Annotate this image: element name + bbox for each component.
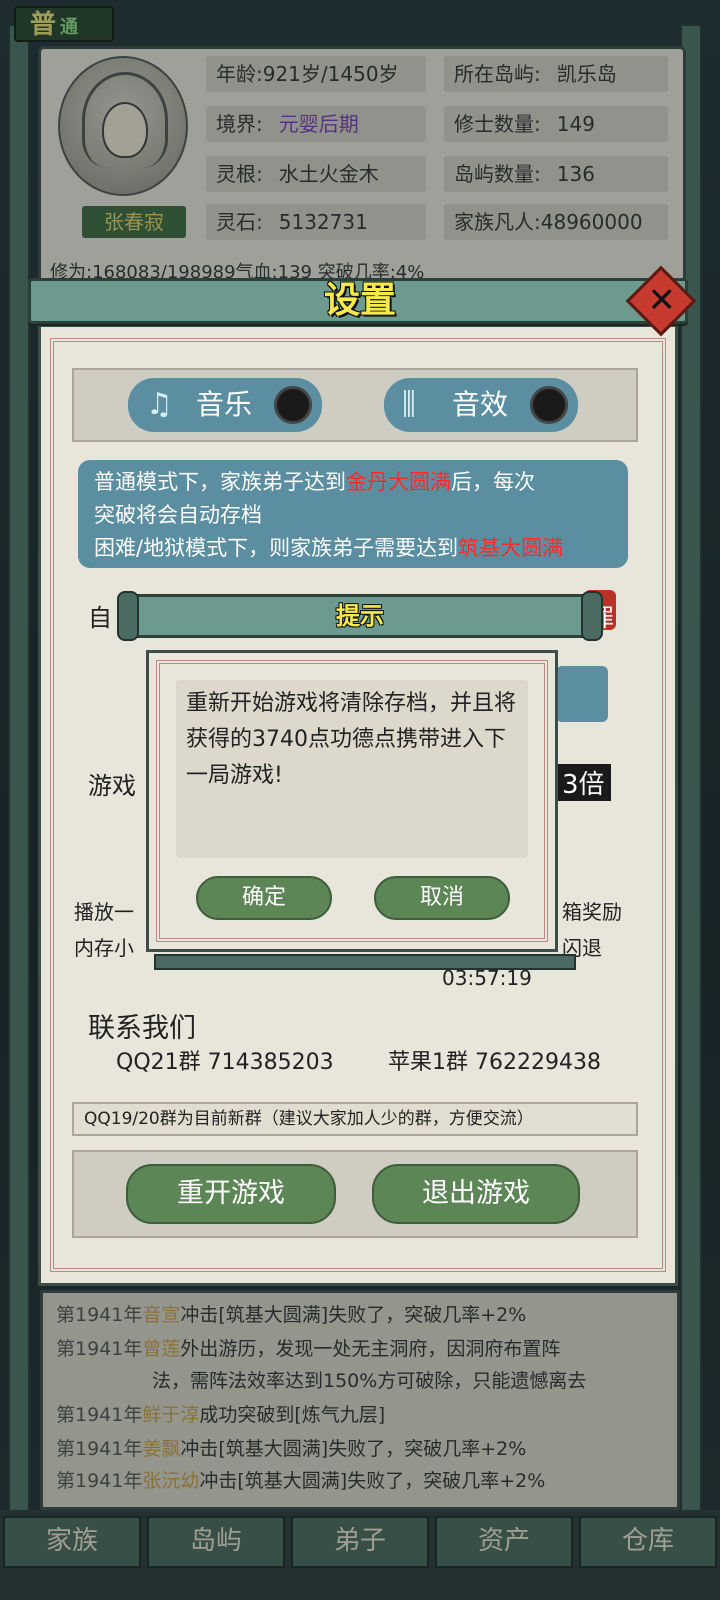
sound-effect-toggle[interactable]: ⫼ 音效: [384, 378, 578, 432]
equalizer-icon: ⫼: [402, 387, 416, 422]
settings-title: 设置: [323, 280, 396, 321]
setting-control-partial[interactable]: [556, 666, 608, 722]
music-toggle[interactable]: ♫ 音乐: [128, 378, 322, 432]
apple-group-info: 苹果1群 762229438: [388, 1050, 601, 1075]
sound-toggle-knob: [530, 386, 568, 424]
music-note-icon: ♫: [146, 387, 173, 422]
auto-setting-label-partial: 自: [88, 604, 112, 632]
exit-game-button[interactable]: 退出游戏: [372, 1164, 580, 1224]
confirm-button[interactable]: 确定: [196, 876, 332, 920]
contact-us-heading: 联系我们: [88, 1013, 196, 1044]
tip-message: 重新开始游戏将清除存档，并且将获得的3740点功德点携带进入下一局游戏!: [186, 691, 517, 788]
restart-game-button[interactable]: 重开游戏: [126, 1164, 336, 1224]
chest-reward-label-partial: 箱奖励: [562, 900, 622, 924]
tip-footer-scroll: [154, 954, 576, 970]
speed-3x-option[interactable]: 3倍: [556, 764, 611, 801]
autosave-notice: 普通模式下，家族弟子达到金丹大圆满后，每次 突破将会自动存档 困难/地狱模式下，…: [78, 460, 628, 568]
play-ad-label-partial: 播放一: [74, 900, 134, 924]
memory-note-partial: 内存小: [74, 936, 134, 960]
qq-group-info: QQ21群 714385203: [116, 1050, 334, 1075]
music-toggle-knob: [274, 386, 312, 424]
game-speed-label-partial: 游戏: [88, 772, 136, 800]
tip-title: 提示: [336, 602, 384, 630]
close-x-icon: ✕: [647, 280, 676, 321]
cancel-button[interactable]: 取消: [374, 876, 510, 920]
group-note: QQ19/20群为目前新群（建议大家加人少的群，方便交流）: [72, 1102, 638, 1136]
